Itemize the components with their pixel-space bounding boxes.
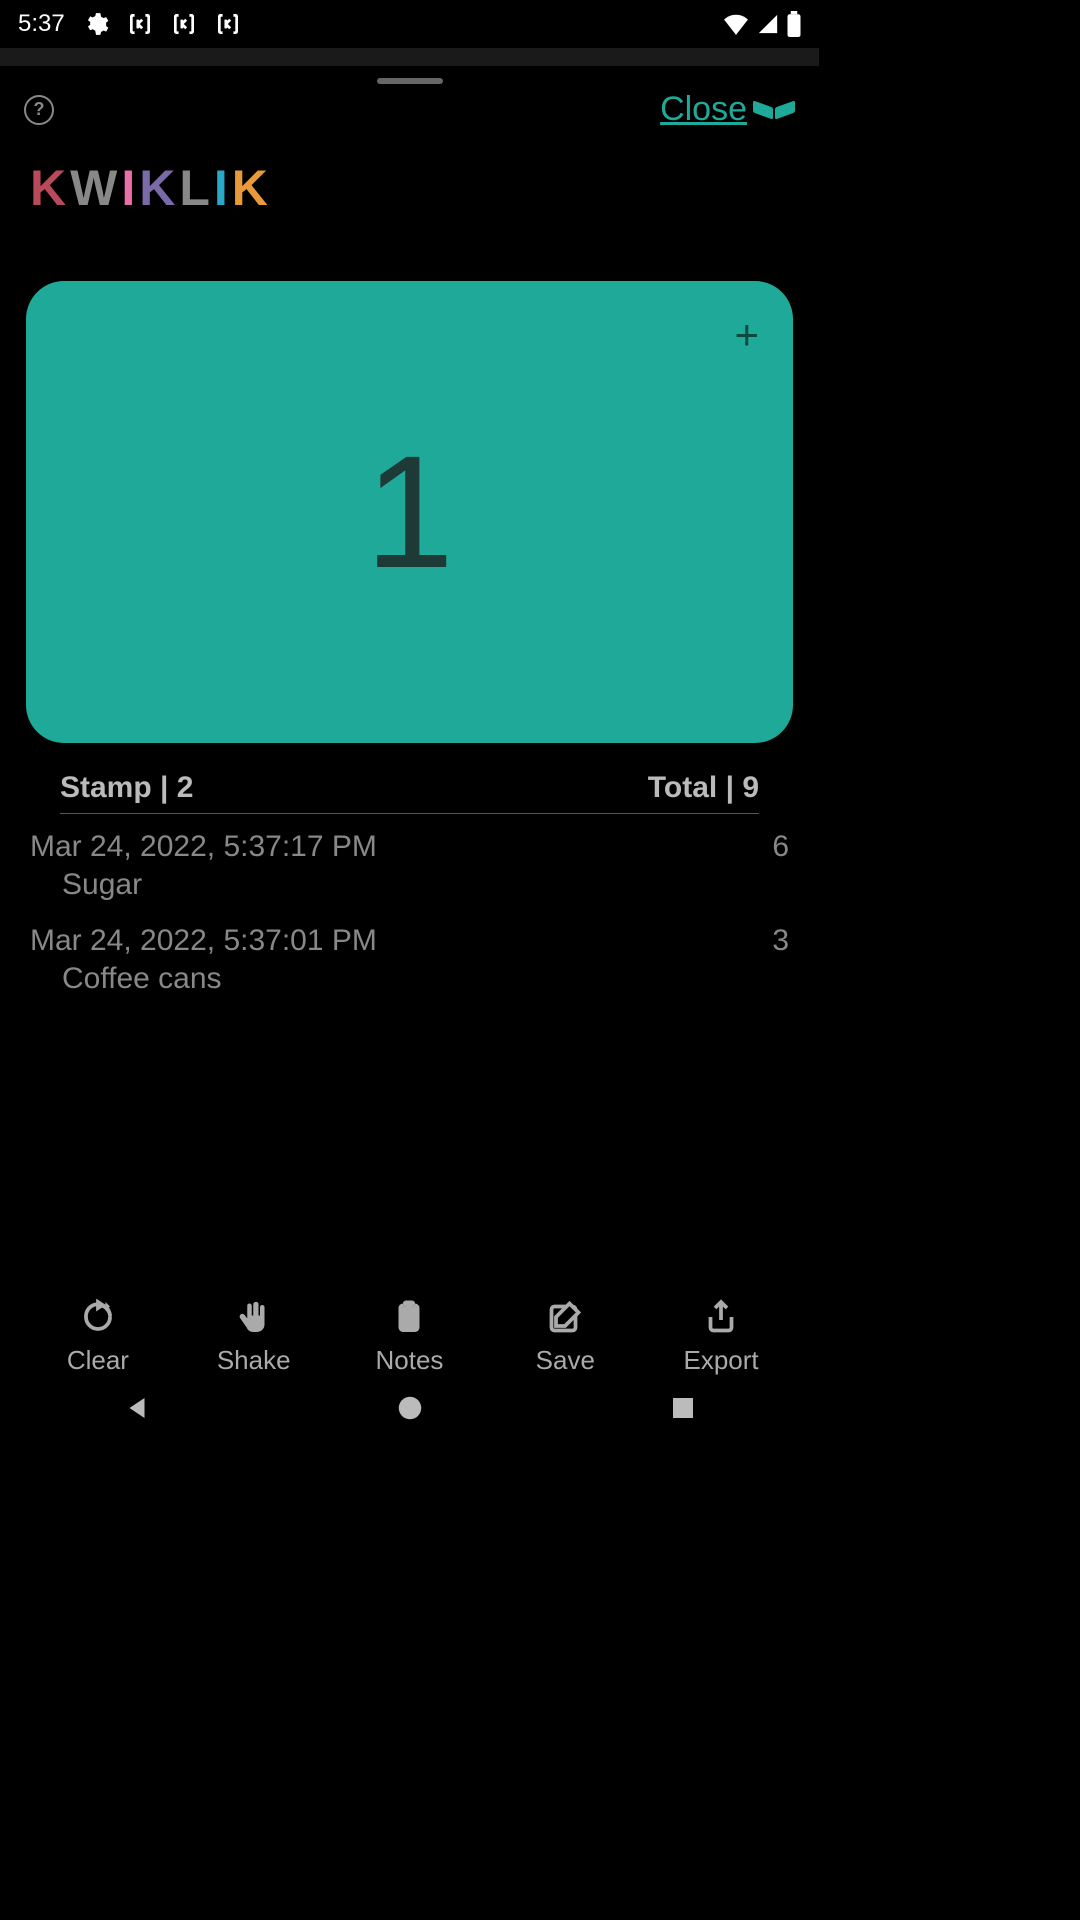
recents-icon[interactable] [668,1393,698,1423]
entry-timestamp: Mar 24, 2022, 5:37:17 PM [30,830,377,864]
stamp-summary: Stamp | 2 [60,771,193,805]
refresh-icon [80,1299,116,1335]
app-logo: KWIKLIK [30,159,789,217]
close-label: Close [660,90,747,129]
status-time: 5:37 [18,10,65,38]
help-icon[interactable]: ? [24,95,54,125]
status-notification-icons [83,11,241,37]
save-label: Save [536,1345,595,1376]
entry-note: Coffee cans [30,962,789,996]
home-icon[interactable] [395,1393,425,1423]
list-item[interactable]: Mar 24, 2022, 5:37:17 PM 6 Sugar [30,830,789,902]
save-button[interactable]: Save [500,1299,630,1376]
close-button[interactable]: Close [660,90,795,129]
bottom-toolbar: Clear Shake Notes Save Export [0,1299,819,1376]
counter-card[interactable]: + 1 [26,281,793,743]
status-bar: 5:37 [0,0,819,48]
battery-icon [787,11,801,37]
bracket-k-icon [127,11,153,37]
entry-count: 6 [772,830,789,864]
entries-list: Mar 24, 2022, 5:37:17 PM6SugarMar 24, 20… [0,814,819,996]
shake-button[interactable]: Shake [189,1299,319,1376]
entry-timestamp: Mar 24, 2022, 5:37:01 PM [30,924,377,958]
export-button[interactable]: Export [656,1299,786,1376]
signal-icon [757,13,779,35]
total-summary: Total | 9 [648,771,759,805]
entry-count: 3 [772,924,789,958]
clear-label: Clear [67,1345,129,1376]
shake-label: Shake [217,1345,291,1376]
edit-icon [547,1299,583,1335]
separator-bar [0,48,819,66]
notes-label: Notes [376,1345,444,1376]
clear-button[interactable]: Clear [33,1299,163,1376]
hand-icon [236,1299,272,1335]
list-item[interactable]: Mar 24, 2022, 5:37:01 PM 3 Coffee cans [30,924,789,996]
plus-icon[interactable]: + [734,311,759,359]
wifi-icon [723,13,749,35]
clipboard-icon [391,1299,427,1335]
notes-button[interactable]: Notes [344,1299,474,1376]
chevron-down-icon [753,104,795,116]
status-left: 5:37 [18,10,241,38]
share-icon [703,1299,739,1335]
summary-row: Stamp | 2 Total | 9 [60,743,759,814]
sheet-header: ? Close [0,84,819,129]
status-right [723,11,801,37]
counter-value: 1 [365,420,454,604]
bracket-k-icon [171,11,197,37]
entry-note: Sugar [30,868,789,902]
gear-icon [83,11,109,37]
back-icon[interactable] [122,1393,152,1423]
logo-row: KWIKLIK [0,129,819,217]
system-nav-bar [0,1376,819,1440]
bracket-k-icon [215,11,241,37]
export-label: Export [684,1345,759,1376]
